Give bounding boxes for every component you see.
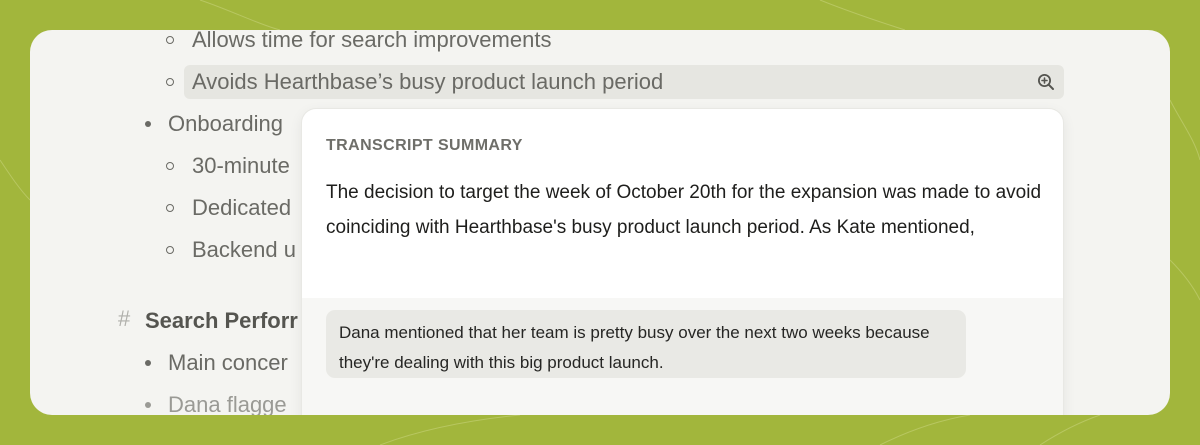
heading-marker: #: [118, 306, 131, 331]
hollow-bullet-icon: [166, 246, 174, 254]
list-item-text: Avoids Hearthbase’s busy product launch …: [192, 69, 664, 94]
zoom-in-icon[interactable]: [1037, 73, 1055, 91]
list-item-text: Onboarding: [168, 111, 283, 136]
hollow-bullet-icon: [166, 36, 174, 44]
transcript-quote: Dana mentioned that her team is pretty b…: [326, 310, 966, 378]
section-heading-text: Search Perforr: [145, 308, 298, 333]
filled-bullet-icon: [145, 121, 151, 127]
list-item-text: 30-minute: [192, 153, 290, 178]
list-item-text: Allows time for search improvements: [192, 30, 552, 52]
document-card: Allows time for search improvements Avoi…: [30, 30, 1170, 415]
filled-bullet-icon: [145, 402, 151, 408]
list-item-text: Dedicated: [192, 195, 292, 220]
list-item-text: Dana flagge: [168, 392, 287, 415]
popover-title: TRANSCRIPT SUMMARY: [326, 137, 523, 154]
list-item-text: Backend u: [192, 237, 296, 262]
summary-text: The decision to target the week of Octob…: [326, 182, 1042, 238]
list-item-text: Main concer: [168, 350, 288, 375]
filled-bullet-icon: [145, 360, 151, 366]
hollow-bullet-icon: [166, 162, 174, 170]
transcript-summary-popover: TRANSCRIPT SUMMARY The decision to targe…: [302, 109, 1063, 415]
hollow-bullet-icon: [166, 204, 174, 212]
quote-section: Dana mentioned that her team is pretty b…: [302, 298, 1063, 415]
hollow-bullet-icon: [166, 78, 174, 86]
